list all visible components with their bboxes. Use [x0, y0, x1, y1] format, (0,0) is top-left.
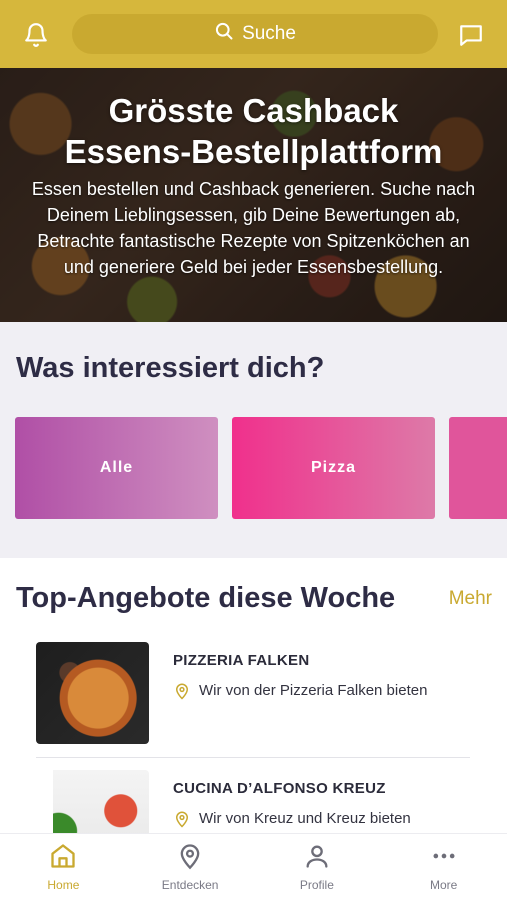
offer-description-row: Wir von Kreuz und Kreuz bieten Spitzenk	[173, 808, 463, 833]
location-pin-icon	[173, 809, 191, 833]
category-list: Alle Pizza	[15, 417, 507, 519]
home-icon	[47, 840, 79, 872]
offers-section: Top-Angebote diese Woche Mehr PIZZERIA F…	[0, 558, 507, 833]
offer-description: Wir von der Pizzeria Falken bieten	[199, 682, 428, 699]
nav-item-entdecken[interactable]: Entdecken	[127, 834, 254, 900]
location-icon	[174, 840, 206, 872]
top-bar: Suche	[0, 0, 507, 68]
search-bar[interactable]: Suche	[72, 14, 438, 54]
nav-item-profile[interactable]: Profile	[254, 834, 381, 900]
search-icon	[214, 21, 234, 47]
hero-title-line-1: Grösste Cashback	[108, 92, 399, 129]
nav-label: Home	[47, 878, 80, 892]
category-label: Alle	[99, 459, 134, 476]
offer-description-row: Wir von der Pizzeria Falken bieten	[173, 680, 463, 707]
offer-description: Wir von Kreuz und Kreuz bieten Spitzenk	[199, 810, 411, 833]
bell-icon[interactable]	[18, 17, 54, 53]
category-card-alle[interactable]: Alle	[15, 417, 218, 519]
category-label: Pizza	[310, 459, 356, 476]
nav-item-home[interactable]: Home	[0, 834, 127, 900]
chat-icon[interactable]	[453, 17, 489, 53]
search-label: Suche	[242, 23, 296, 44]
nav-label: More	[429, 878, 458, 892]
nav-label: Entdecken	[161, 878, 219, 892]
hero-banner: Grösste Cashback Essens-Bestellplattform…	[0, 68, 507, 322]
user-icon	[301, 840, 333, 872]
hero-description: Essen bestellen und Cashback generieren.…	[31, 179, 476, 277]
more-icon	[428, 840, 460, 872]
offer-image	[36, 642, 149, 744]
location-pin-icon	[173, 681, 191, 707]
category-card-partial[interactable]	[449, 417, 507, 519]
offer-image	[36, 770, 149, 833]
interests-section: Was interessiert dich? Alle Pizza	[0, 322, 507, 558]
nav-item-more[interactable]: More	[380, 834, 507, 900]
nav-label: Profile	[299, 878, 334, 892]
more-link[interactable]: Mehr	[449, 588, 492, 610]
interests-title: Was interessiert dich?	[16, 352, 325, 384]
offer-item[interactable]: CUCINA D’ALFONSO KREUZ Wir von Kreuz und…	[36, 770, 470, 833]
bottom-navigation: Home Entdecken Profile More	[0, 833, 507, 900]
hero-title: Grösste Cashback Essens-Bestellplattform	[0, 90, 507, 172]
offer-item[interactable]: PIZZERIA FALKEN Wir von der Pizzeria Fal…	[36, 642, 470, 758]
hero-title-line-2: Essens-Bestellplattform	[64, 133, 443, 170]
offers-title: Top-Angebote diese Woche	[16, 582, 396, 614]
offer-name: CUCINA D’ALFONSO KREUZ	[173, 780, 386, 797]
offer-name: PIZZERIA FALKEN	[173, 652, 310, 669]
category-card-pizza[interactable]: Pizza	[232, 417, 435, 519]
